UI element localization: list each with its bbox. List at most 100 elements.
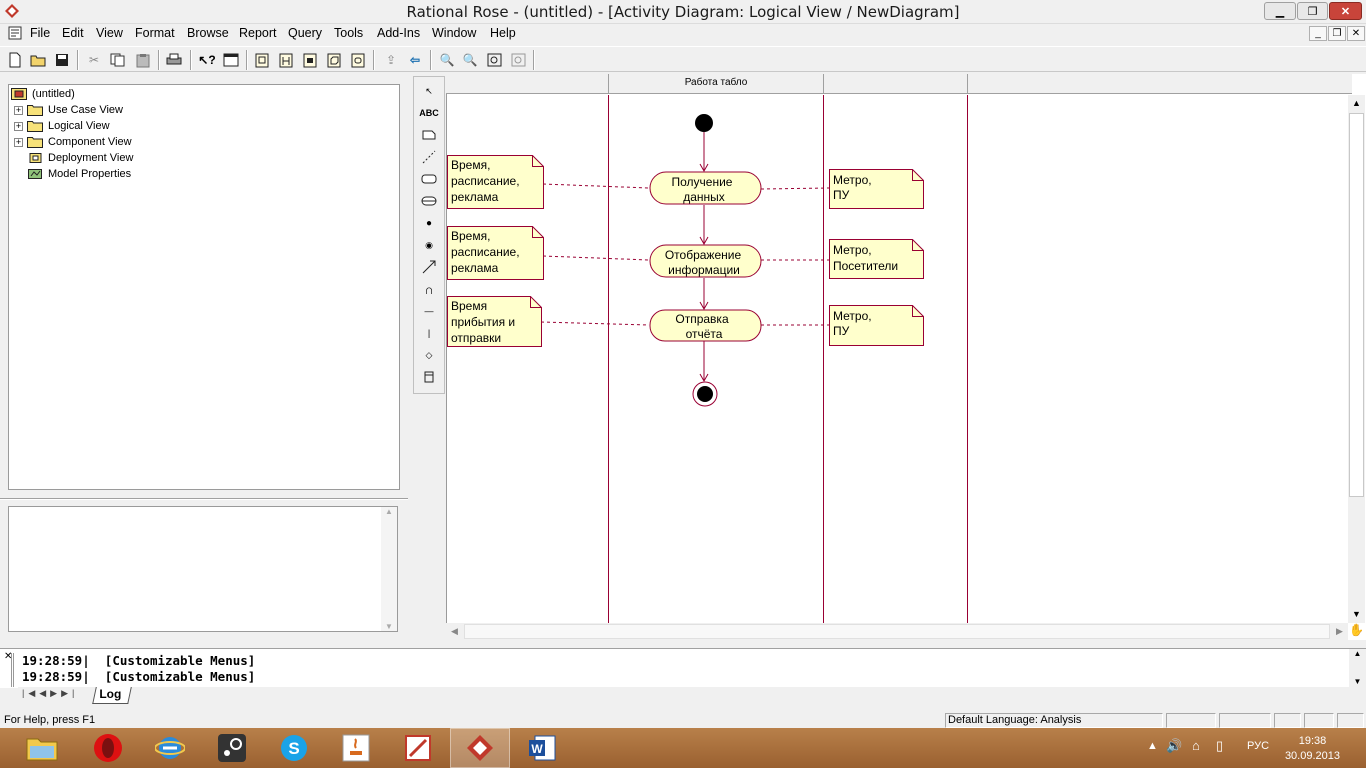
self-transition-tool[interactable]: ∩ bbox=[418, 279, 440, 299]
view-documentation-button[interactable] bbox=[221, 50, 241, 70]
menu-browse[interactable]: Browse bbox=[187, 26, 229, 40]
transition-tool[interactable] bbox=[418, 257, 440, 277]
scroll-right-icon[interactable]: ▶ bbox=[1331, 623, 1348, 640]
note-anchor[interactable] bbox=[542, 183, 650, 189]
note-anchor[interactable] bbox=[760, 187, 830, 190]
volume-icon[interactable]: 🔊 bbox=[1166, 738, 1182, 754]
browse-previous-button[interactable]: ⇦ bbox=[405, 50, 425, 70]
zoom-in-button[interactable]: 🔍 bbox=[437, 50, 457, 70]
taskbar-rose-red[interactable] bbox=[388, 728, 448, 768]
tree-item-deployment-view[interactable]: Deployment View bbox=[27, 150, 133, 166]
scroll-up-icon[interactable]: ▲ bbox=[1349, 649, 1366, 658]
browse-parent-button[interactable]: ⇪ bbox=[381, 50, 401, 70]
activity-display-info[interactable]: Отображение информации bbox=[649, 244, 762, 278]
open-button[interactable] bbox=[28, 50, 48, 70]
tree-item-logical-view[interactable]: + Logical View bbox=[14, 118, 110, 134]
swimlane-tool[interactable] bbox=[418, 367, 440, 387]
splitter[interactable] bbox=[0, 498, 408, 500]
scroll-thumb[interactable] bbox=[1349, 113, 1364, 497]
end-state[interactable] bbox=[692, 381, 718, 407]
start-state-tool[interactable]: ● bbox=[418, 213, 440, 233]
documentation-pane[interactable]: ▲ ▼ bbox=[8, 506, 398, 632]
taskbar-java[interactable] bbox=[326, 728, 386, 768]
input-language[interactable]: РУС bbox=[1247, 740, 1269, 752]
save-button[interactable] bbox=[52, 50, 72, 70]
start-state[interactable] bbox=[695, 114, 713, 132]
note-right-3[interactable]: Метро, ПУ bbox=[829, 305, 924, 346]
taskbar-rational-rose[interactable] bbox=[450, 728, 510, 768]
swimlane-title[interactable]: Работа табло bbox=[609, 77, 823, 88]
menu-view[interactable]: View bbox=[96, 26, 123, 40]
tab-navigation-icons[interactable]: |◀◀▶▶| bbox=[22, 688, 78, 699]
expand-icon[interactable]: + bbox=[14, 105, 23, 115]
menu-format[interactable]: Format bbox=[135, 26, 175, 40]
scroll-thumb[interactable] bbox=[464, 624, 1330, 639]
undo-fit-button[interactable] bbox=[508, 50, 528, 70]
activity-send-report[interactable]: Отправка отчёта bbox=[649, 309, 762, 342]
zoom-out-button[interactable]: 🔍 bbox=[460, 50, 480, 70]
decision-tool[interactable]: ◇ bbox=[418, 345, 440, 365]
minimize-button[interactable]: ▁ bbox=[1264, 2, 1296, 20]
taskbar-steam[interactable] bbox=[202, 728, 262, 768]
scroll-up-icon[interactable]: ▲ bbox=[381, 507, 397, 516]
activity-get-data[interactable]: Получение данных bbox=[649, 171, 762, 205]
scroll-down-icon[interactable]: ▼ bbox=[1348, 606, 1365, 623]
taskbar-clock[interactable]: 19:38 30.09.2013 bbox=[1285, 734, 1340, 764]
mdi-close-button[interactable]: ✕ bbox=[1347, 26, 1365, 41]
scroll-left-icon[interactable]: ◀ bbox=[446, 623, 463, 640]
note-right-1[interactable]: Метро, ПУ bbox=[829, 169, 924, 209]
activity-tool[interactable] bbox=[418, 191, 440, 211]
taskbar-ie[interactable] bbox=[140, 728, 200, 768]
paste-button[interactable] bbox=[133, 50, 153, 70]
print-button[interactable] bbox=[164, 50, 184, 70]
menu-help[interactable]: Help bbox=[490, 26, 516, 40]
close-button[interactable]: ✕ bbox=[1329, 2, 1362, 20]
pan-hand-icon[interactable]: ✋ bbox=[1348, 623, 1365, 640]
menu-window[interactable]: Window bbox=[432, 26, 476, 40]
anchor-note-tool[interactable] bbox=[418, 147, 440, 167]
tree-item-component-view[interactable]: + Component View bbox=[14, 134, 132, 150]
tab-log[interactable]: Log bbox=[92, 687, 132, 704]
note-anchor[interactable] bbox=[542, 255, 650, 261]
tree-item-model-properties[interactable]: Model Properties bbox=[27, 166, 131, 182]
menu-tools[interactable]: Tools bbox=[334, 26, 363, 40]
state-tool[interactable] bbox=[418, 169, 440, 189]
battery-icon[interactable]: ▯ bbox=[1216, 738, 1223, 754]
menu-addins[interactable]: Add-Ins bbox=[377, 26, 420, 40]
log-window[interactable]: ✕ 19:28:59| [Customizable Menus] 19:28:5… bbox=[0, 648, 1366, 688]
scroll-down-icon[interactable]: ▼ bbox=[1349, 677, 1366, 686]
note-left-1[interactable]: Время, расписание, реклама bbox=[447, 155, 544, 209]
browse-class-diagram-button[interactable] bbox=[252, 50, 272, 70]
cut-button[interactable]: ✂ bbox=[84, 50, 104, 70]
browse-component-diagram-button[interactable] bbox=[300, 50, 320, 70]
menu-query[interactable]: Query bbox=[288, 26, 322, 40]
network-icon[interactable]: ⌂ bbox=[1192, 738, 1200, 753]
horizontal-sync-tool[interactable]: — bbox=[418, 301, 440, 321]
mdi-minimize-button[interactable]: _ bbox=[1309, 26, 1327, 41]
log-scrollbar[interactable]: ▲ ▼ bbox=[1349, 649, 1366, 688]
note-left-2[interactable]: Время, расписание, реклама bbox=[447, 226, 544, 280]
model-browser[interactable]: (untitled) + Use Case View + Logical Vie… bbox=[8, 84, 400, 490]
selection-tool[interactable]: ↖ bbox=[418, 81, 440, 101]
browse-deployment-diagram-button[interactable] bbox=[324, 50, 344, 70]
restore-button[interactable]: ❐ bbox=[1297, 2, 1328, 20]
text-tool[interactable]: ABC bbox=[418, 103, 440, 123]
document-menu-icon[interactable] bbox=[8, 26, 22, 40]
note-anchor[interactable] bbox=[540, 321, 650, 326]
new-button[interactable] bbox=[5, 50, 25, 70]
vertical-sync-tool[interactable]: | bbox=[418, 323, 440, 343]
expand-icon[interactable]: + bbox=[14, 137, 23, 147]
menu-report[interactable]: Report bbox=[239, 26, 277, 40]
expand-icon[interactable]: + bbox=[14, 121, 23, 131]
note-right-2[interactable]: Метро, Посетители bbox=[829, 239, 924, 279]
canvas-horizontal-scrollbar[interactable]: ◀ ▶ bbox=[446, 623, 1348, 640]
show-hidden-icons[interactable]: ▲ bbox=[1147, 740, 1158, 752]
browse-state-diagram-button[interactable] bbox=[348, 50, 368, 70]
copy-button[interactable] bbox=[108, 50, 128, 70]
fit-in-window-button[interactable] bbox=[484, 50, 504, 70]
taskbar-explorer[interactable] bbox=[12, 728, 72, 768]
doc-scrollbar[interactable]: ▲ ▼ bbox=[381, 507, 397, 631]
note-left-3[interactable]: Время прибытия и отправки bbox=[447, 296, 542, 347]
taskbar-skype[interactable]: S bbox=[264, 728, 324, 768]
menu-edit[interactable]: Edit bbox=[62, 26, 84, 40]
